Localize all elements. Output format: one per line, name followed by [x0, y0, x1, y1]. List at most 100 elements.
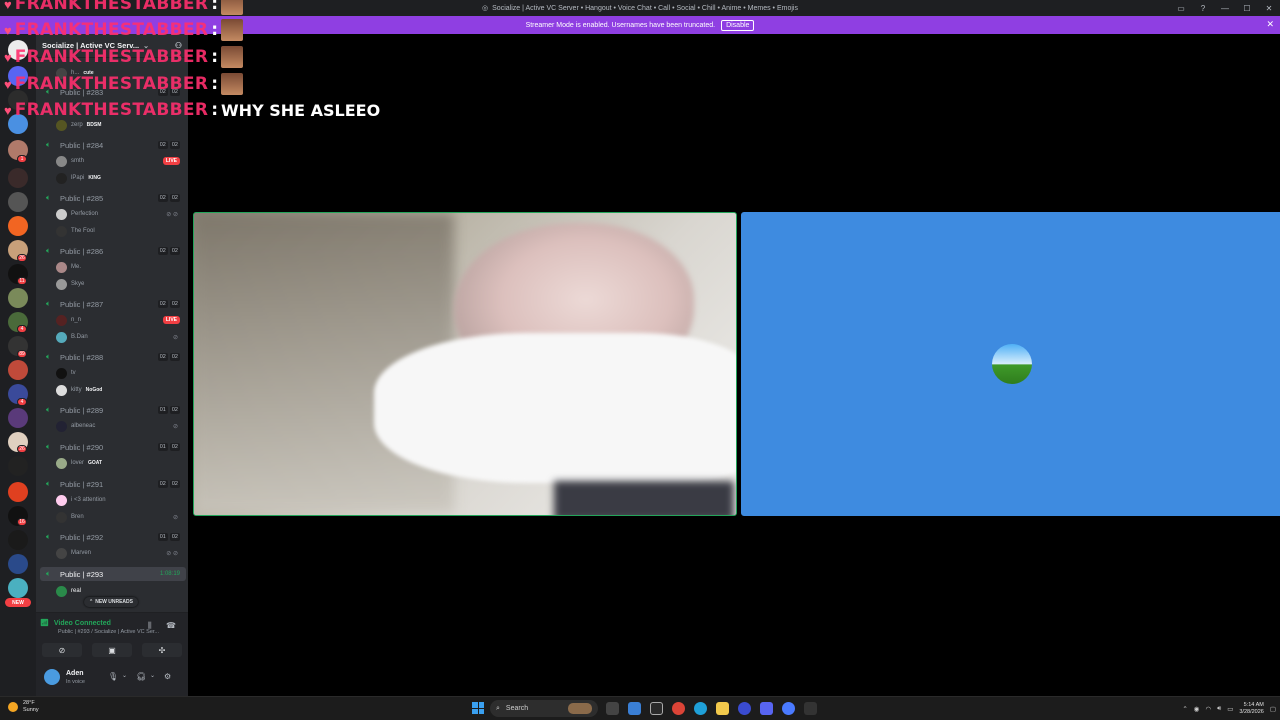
camera-toggle-button[interactable]: ⊘: [42, 643, 82, 657]
chrome-icon[interactable]: [672, 702, 685, 715]
close-button[interactable]: ✕: [1258, 0, 1280, 16]
wifi-icon[interactable]: ◠: [1205, 705, 1211, 713]
voice-channel[interactable]: 🔈︎ Public | #290 01 02: [40, 440, 186, 454]
widgets-icon[interactable]: [628, 702, 641, 715]
voice-user[interactable]: h... cute: [56, 66, 186, 80]
mention-badge: 16: [17, 518, 27, 526]
edge-icon[interactable]: [694, 702, 707, 715]
mention-badge: 4: [17, 398, 27, 406]
channel-sidebar: Socialize | Active VC Serv... ⌄ ⚇ h... c…: [36, 34, 188, 696]
app-icon[interactable]: [738, 702, 751, 715]
server-icon[interactable]: [8, 554, 28, 574]
voice-user[interactable]: Skye: [56, 277, 186, 291]
chevron-down-icon[interactable]: ⌄: [150, 672, 155, 679]
speaker-icon: 🔈︎: [46, 532, 51, 541]
server-icon[interactable]: [8, 66, 28, 86]
user-count: 02 02: [157, 353, 180, 361]
user-count: 02 02: [157, 141, 180, 149]
participant-tile[interactable]: [741, 212, 1280, 516]
banner-close-icon[interactable]: ✕: [1266, 19, 1274, 30]
server-icon[interactable]: [8, 530, 28, 550]
disconnect-icon[interactable]: ☎: [166, 621, 176, 630]
voice-channel[interactable]: 🔈︎ Public | #291 02 02: [40, 477, 186, 491]
voice-channel[interactable]: 🔈︎ Public | #288 02 02: [40, 350, 186, 364]
video-frame: [554, 481, 734, 515]
file-explorer-icon[interactable]: [716, 702, 729, 715]
task-view-icon[interactable]: [606, 702, 619, 715]
headphones-icon[interactable]: 🎧︎: [136, 672, 146, 681]
search-highlight-image: [568, 703, 592, 714]
voice-user[interactable]: albeneac ⊘: [56, 419, 186, 433]
voice-channel-path[interactable]: Public | #293 / Socialize | Active VC Se…: [58, 629, 159, 635]
voice-channel[interactable]: 🔈︎ Public | #289 01 02: [40, 403, 186, 417]
voice-user[interactable]: real: [56, 584, 186, 598]
activities-button[interactable]: ✣: [142, 643, 182, 657]
maximize-button[interactable]: ☐: [1236, 0, 1258, 16]
tray-app-icon[interactable]: ◉: [1194, 705, 1200, 713]
server-icon[interactable]: [8, 114, 28, 134]
server-icon[interactable]: [8, 456, 28, 476]
server-icon[interactable]: [8, 192, 28, 212]
terminal-icon[interactable]: [804, 702, 817, 715]
server-icon[interactable]: [8, 578, 28, 598]
voice-channel[interactable]: 🔈︎ Public | #286 02 02: [40, 244, 186, 258]
screen-share-button[interactable]: ▣: [92, 643, 132, 657]
mention-badge: 4: [17, 325, 27, 333]
settings-gear-icon[interactable]: ⚙: [164, 672, 171, 681]
server-header[interactable]: Socialize | Active VC Serv... ⌄ ⚇: [36, 34, 188, 58]
volume-icon[interactable]: 🔊︎: [1217, 705, 1221, 713]
server-icon[interactable]: [8, 216, 28, 236]
voice-user[interactable]: tv: [56, 366, 186, 380]
server-icon[interactable]: [8, 168, 28, 188]
user-avatar[interactable]: [44, 669, 60, 685]
chevron-down-icon[interactable]: ⌄: [122, 672, 127, 679]
voice-channel-active[interactable]: 🔈︎ Public | #293 1:08:19: [40, 567, 186, 581]
add-member-icon[interactable]: ⚇: [175, 41, 182, 50]
notifications-icon[interactable]: ▢: [1270, 705, 1276, 713]
voice-user[interactable]: Bren ⊘: [56, 510, 186, 524]
voice-user[interactable]: kitty NoGod: [56, 383, 186, 397]
discord-icon[interactable]: [760, 702, 773, 715]
chevron-up-icon[interactable]: ⌃: [1182, 705, 1187, 713]
voice-user[interactable]: lover GOAT: [56, 456, 186, 470]
windows-start-icon[interactable]: [472, 702, 484, 714]
battery-icon[interactable]: ▭: [1227, 705, 1233, 713]
microphone-icon[interactable]: 🎙︎: [108, 672, 118, 681]
taskbar-search[interactable]: ⌕ Search: [490, 700, 598, 717]
server-icon[interactable]: [8, 408, 28, 428]
voice-channel[interactable]: 🔈︎ Public | #283 02 02: [40, 85, 186, 99]
voice-user[interactable]: zerp BDSM: [56, 118, 186, 132]
voice-user[interactable]: lPapi KING: [56, 171, 186, 185]
voice-channel[interactable]: 🔈︎ Public | #284 02 02: [40, 138, 186, 152]
voice-channel[interactable]: 🔈︎ Public | #285 02 02: [40, 191, 186, 205]
voice-user[interactable]: The Fool: [56, 224, 186, 238]
voice-user[interactable]: n_n LIVE: [56, 313, 186, 327]
new-unreads-pill[interactable]: ⌃ NEW UNREADS: [84, 597, 138, 607]
app-icon[interactable]: [782, 702, 795, 715]
clock[interactable]: 5:14 AM 3/28/2026: [1239, 702, 1263, 716]
voice-channel[interactable]: 🔈︎ Public | #292 01 02: [40, 530, 186, 544]
server-icon[interactable]: [8, 90, 28, 110]
server-icon[interactable]: [8, 360, 28, 380]
username[interactable]: Aden: [66, 670, 84, 677]
server-icon[interactable]: [8, 288, 28, 308]
voice-user[interactable]: smth LIVE: [56, 154, 186, 168]
help-icon[interactable]: ?: [1192, 0, 1214, 16]
noise-suppression-icon[interactable]: ⫼: [148, 621, 152, 631]
voice-user[interactable]: Me.: [56, 260, 186, 274]
copilot-icon[interactable]: [650, 702, 663, 715]
voice-user[interactable]: Perfection ⊘ ⊘: [56, 207, 186, 221]
voice-user[interactable]: Marven ⊘ ⊘: [56, 546, 186, 560]
voice-channel[interactable]: 🔈︎ Public | #287 02 02: [40, 297, 186, 311]
server-icon[interactable]: [8, 482, 28, 502]
video-tile[interactable]: [193, 212, 737, 516]
server-icon[interactable]: [8, 40, 28, 60]
avatar: [56, 420, 67, 432]
weather-widget[interactable]: 28°F Sunny: [8, 700, 39, 714]
inbox-icon[interactable]: ▭: [1170, 0, 1192, 16]
voice-user[interactable]: i <3 attention: [56, 493, 186, 507]
disable-streamer-mode-button[interactable]: Disable: [721, 19, 755, 31]
voice-user[interactable]: B.Dan ⊘: [56, 330, 186, 344]
new-servers-pill[interactable]: NEW: [5, 598, 31, 607]
minimize-button[interactable]: —: [1214, 0, 1236, 16]
